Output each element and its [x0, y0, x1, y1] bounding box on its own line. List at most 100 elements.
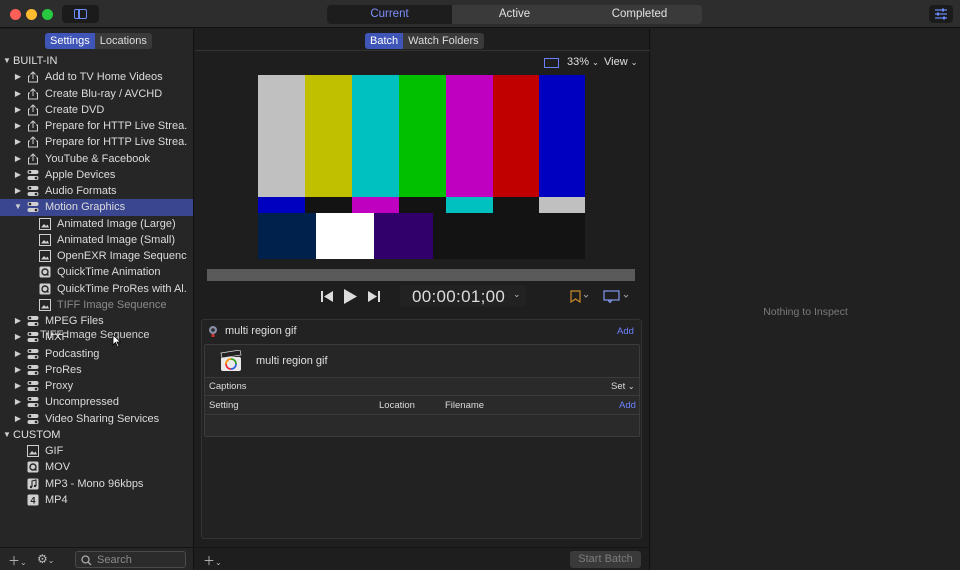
- add-setting-link[interactable]: Add: [617, 326, 634, 337]
- setting-label: Audio Formats: [45, 185, 117, 197]
- add-output-link[interactable]: Add: [619, 397, 636, 415]
- timecode-display[interactable]: 00:00:01;00 ⌄: [400, 285, 526, 307]
- setting-label: Add to TV Home Videos: [45, 71, 163, 84]
- section-builtin[interactable]: ▼ BUILT-IN: [0, 53, 193, 69]
- image-icon: [39, 298, 51, 311]
- disclosure-collapsed-icon[interactable]: ▶: [13, 394, 23, 410]
- zoom-level-menu[interactable]: 33% ⌄: [567, 56, 599, 68]
- sidebar-item-setting[interactable]: OpenEXR Image Sequence: [0, 248, 193, 264]
- column-filename: Filename: [445, 400, 485, 411]
- sidebar-item-setting[interactable]: ▶ Create DVD: [0, 102, 193, 118]
- tab-current[interactable]: Current: [327, 5, 452, 24]
- sidebar-item-custom[interactable]: MP3 - Mono 96kbps: [0, 476, 193, 492]
- sidebar-item-setting[interactable]: ▶ Prepare for HTTP Live Strea...: [0, 118, 193, 134]
- sidebar-item-setting[interactable]: Animated Image (Small): [0, 232, 193, 248]
- sidebar-item-setting[interactable]: ▶ Uncompressed: [0, 394, 193, 410]
- disclosure-collapsed-icon[interactable]: ▶: [13, 167, 23, 183]
- setting-label: QuickTime ProRes with Al...: [57, 282, 187, 295]
- inspector-panel: Nothing to Inspect: [651, 29, 960, 570]
- zoom-window-button[interactable]: [42, 9, 53, 20]
- sidebar-item-setting[interactable]: ▶ Podcasting: [0, 346, 193, 362]
- sidebar-segment-control: Settings Locations: [45, 33, 152, 49]
- bookmark-icon[interactable]: [570, 290, 590, 303]
- sidebar-item-custom[interactable]: 4 MP4: [0, 492, 193, 508]
- search-placeholder: Search: [97, 554, 132, 566]
- batch-item-header: multi region gif Add: [202, 320, 641, 342]
- add-file-button[interactable]: ＋⌄: [203, 552, 222, 569]
- disclosure-expanded-icon[interactable]: ▼: [2, 427, 12, 443]
- section-label: CUSTOM: [13, 428, 61, 441]
- start-batch-button[interactable]: Start Batch: [570, 551, 641, 568]
- disclosure-collapsed-icon[interactable]: ▶: [13, 183, 23, 199]
- close-window-button[interactable]: [10, 9, 21, 20]
- toggle-icon: [27, 201, 39, 213]
- segment-locations[interactable]: Locations: [95, 33, 152, 49]
- setting-label: MP4: [45, 493, 68, 506]
- disclosure-collapsed-icon[interactable]: ▶: [13, 362, 23, 378]
- toggle-icon: [27, 364, 39, 376]
- sidebar-item-custom[interactable]: GIF: [0, 443, 193, 459]
- job-card[interactable]: multi region gif Captions Set ⌄ Setting …: [204, 344, 640, 437]
- tab-active[interactable]: Active: [452, 5, 577, 24]
- captions-set-menu[interactable]: Set ⌄: [611, 378, 635, 396]
- disclosure-collapsed-icon[interactable]: ▶: [13, 86, 23, 102]
- sidebar-item-setting[interactable]: QuickTime Animation: [0, 264, 193, 280]
- setting-label: Motion Graphics: [45, 201, 126, 214]
- sidebar-item-drag-placeholder[interactable]: TIFF Image Sequence: [0, 297, 193, 313]
- inspector-toggle-button[interactable]: [929, 5, 953, 23]
- sidebar-item-setting[interactable]: ▶ Video Sharing Services: [0, 411, 193, 427]
- minimize-window-button[interactable]: [26, 9, 37, 20]
- sidebar-item-setting[interactable]: ▶ Add to TV Home Videos: [0, 69, 193, 85]
- skip-forward-icon[interactable]: [368, 291, 380, 302]
- sidebar-item-setting[interactable]: Animated Image (Large): [0, 216, 193, 232]
- setting-label: TIFF Image Sequence: [57, 298, 167, 311]
- play-icon[interactable]: [344, 289, 357, 304]
- add-setting-button[interactable]: ＋⌄: [8, 552, 27, 569]
- sidebar-item-setting[interactable]: ▶ ProRes: [0, 362, 193, 378]
- disclosure-expanded-icon[interactable]: ▼: [2, 53, 12, 69]
- timecode-value: 00:00:01;00: [412, 287, 506, 306]
- sidebar-item-setting[interactable]: ▶ YouTube & Facebook: [0, 151, 193, 167]
- viewer-layout-icon[interactable]: [544, 58, 559, 68]
- captions-row: Captions Set ⌄: [205, 378, 639, 396]
- disclosure-collapsed-icon[interactable]: ▶: [13, 69, 23, 85]
- setting-label: Apple Devices: [45, 168, 116, 181]
- sidebar-item-setting[interactable]: ▶ Prepare for HTTP Live Strea...: [0, 134, 193, 150]
- disclosure-collapsed-icon[interactable]: ▶: [13, 346, 23, 362]
- sidebar-item-setting[interactable]: ▶ Audio Formats: [0, 183, 193, 199]
- sidebar-item-setting[interactable]: QuickTime ProRes with Al...: [0, 281, 193, 297]
- search-input[interactable]: Search: [75, 551, 186, 568]
- segment-settings[interactable]: Settings: [45, 33, 95, 49]
- section-custom[interactable]: ▼ CUSTOM: [0, 427, 193, 443]
- disclosure-collapsed-icon[interactable]: ▶: [13, 151, 23, 167]
- sidebar-item-setting[interactable]: ▶ MPEG Files: [0, 313, 193, 329]
- sidebar-item-custom[interactable]: MOV: [0, 459, 193, 475]
- gear-menu-button[interactable]: ⚙⌄: [37, 552, 54, 566]
- disclosure-collapsed-icon[interactable]: ▶: [13, 378, 23, 394]
- toggle-icon: [27, 380, 39, 392]
- disclosure-collapsed-icon[interactable]: ▶: [13, 118, 23, 134]
- segment-batch[interactable]: Batch: [365, 33, 404, 49]
- sidebar-item-setting[interactable]: ▶ Apple Devices: [0, 167, 193, 183]
- disclosure-collapsed-icon[interactable]: ▶: [13, 313, 23, 329]
- skip-back-icon[interactable]: [321, 291, 333, 302]
- transport-controls: 00:00:01;00 ⌄: [195, 284, 650, 310]
- disclosure-collapsed-icon[interactable]: ▶: [13, 329, 23, 345]
- disclosure-collapsed-icon[interactable]: ▶: [13, 134, 23, 150]
- tab-completed[interactable]: Completed: [577, 5, 702, 24]
- caption-icon[interactable]: [603, 290, 631, 303]
- sidebar-item-setting[interactable]: ▶ Create Blu-ray / AVCHD: [0, 86, 193, 102]
- quicktime-icon: [39, 266, 51, 278]
- view-menu[interactable]: View ⌄: [604, 56, 637, 68]
- setting-label: Prepare for HTTP Live Strea...: [45, 120, 187, 132]
- disclosure-expanded-icon[interactable]: ▼: [13, 199, 23, 215]
- sidebar-toggle-button[interactable]: [62, 5, 99, 23]
- playback-scrubber[interactable]: [207, 269, 635, 281]
- sidebar-item-setting[interactable]: ▼ Motion Graphics: [0, 199, 193, 216]
- sidebar-item-setting[interactable]: ▶ Proxy: [0, 378, 193, 394]
- image-icon: [27, 445, 39, 457]
- segment-watch-folders[interactable]: Watch Folders: [403, 33, 484, 49]
- disclosure-collapsed-icon[interactable]: ▶: [13, 102, 23, 118]
- settings-table-header: Setting Location Filename Add: [205, 397, 639, 415]
- disclosure-collapsed-icon[interactable]: ▶: [13, 411, 23, 427]
